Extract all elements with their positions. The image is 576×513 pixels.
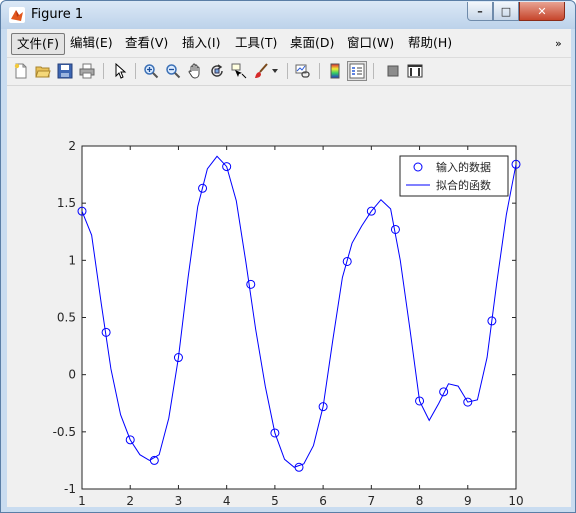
new-figure-icon[interactable] (11, 61, 31, 81)
pointer-icon[interactable] (110, 61, 130, 81)
maximize-button[interactable]: □ (493, 2, 519, 21)
title-bar[interactable]: Figure 1 – □ ✕ (1, 1, 575, 29)
figure-canvas[interactable]: 1 2 3 4 5 6 7 8 9 10 -1 -0.5 0 0.5 1 1.5 2 输入的数据拟合的函数 (7, 85, 571, 508)
menu-help[interactable]: 帮助(H) (403, 33, 457, 55)
x-tick-label: 6 (319, 494, 327, 508)
link-plot-icon[interactable] (293, 61, 313, 81)
brush-icon[interactable] (251, 61, 271, 81)
brush-dropdown-icon[interactable] (269, 61, 281, 81)
menu-file[interactable]: 文件(F) (11, 33, 65, 55)
legend-label: 输入的数据 (436, 160, 491, 174)
toolbar-separator (135, 63, 136, 79)
menu-window[interactable]: 窗口(W) (342, 33, 399, 55)
menu-edit[interactable]: 编辑(E) (65, 33, 118, 55)
print-icon[interactable] (77, 61, 97, 81)
x-tick-label: 4 (223, 494, 231, 508)
figure-window: Figure 1 – □ ✕ 文件(F) 编辑(E) 查看(V) 插入(I) 工… (0, 0, 576, 513)
y-tick-label: 2 (68, 139, 76, 153)
close-button[interactable]: ✕ (519, 2, 565, 21)
minimize-button[interactable]: – (467, 2, 493, 21)
x-tick-label: 8 (416, 494, 424, 508)
toolbar-separator (103, 63, 104, 79)
axes-box (81, 145, 517, 490)
y-tick-label: -1 (64, 482, 76, 496)
menu-insert[interactable]: 插入(I) (177, 33, 225, 55)
y-tick-label: 1 (68, 253, 76, 267)
x-tick-label: 3 (175, 494, 183, 508)
show-plot-tools-icon[interactable] (405, 61, 425, 81)
menu-desktop[interactable]: 桌面(D) (285, 33, 339, 55)
save-icon[interactable] (55, 61, 75, 81)
data-cursor-icon[interactable] (229, 61, 249, 81)
x-tick-label: 2 (126, 494, 134, 508)
figure-client-area: 文件(F) 编辑(E) 查看(V) 插入(I) 工具(T) 桌面(D) 窗口(W… (7, 29, 571, 508)
menu-view[interactable]: 查看(V) (120, 33, 173, 55)
hide-plot-tools-icon[interactable] (383, 61, 403, 81)
window-title: Figure 1 (31, 7, 84, 22)
zoom-out-icon[interactable] (163, 61, 183, 81)
menu-bar: 文件(F) 编辑(E) 查看(V) 插入(I) 工具(T) 桌面(D) 窗口(W… (7, 31, 571, 55)
legend-label: 拟合的函数 (436, 178, 491, 192)
open-file-icon[interactable] (33, 61, 53, 81)
zoom-in-icon[interactable] (141, 61, 161, 81)
figure-toolbar (7, 57, 571, 83)
plot-svg: 1 2 3 4 5 6 7 8 9 10 -1 -0.5 0 0.5 1 1.5 2 输入的数据拟合的函数 (53, 139, 524, 508)
toolbar-separator (287, 63, 288, 79)
y-tick-label: -0.5 (53, 425, 76, 439)
y-tick-label: 1.5 (57, 196, 76, 210)
x-tick-label: 5 (271, 494, 279, 508)
menu-overflow-icon[interactable]: » (555, 37, 562, 50)
pan-hand-icon[interactable] (185, 61, 205, 81)
toolbar-separator (373, 63, 374, 79)
legend-icon[interactable] (347, 61, 367, 81)
x-tick-label: 7 (368, 494, 376, 508)
x-tick-label: 10 (508, 494, 523, 508)
y-tick-label: 0.5 (57, 311, 76, 325)
y-tick-label: 0 (68, 368, 76, 382)
colorbar-icon[interactable] (325, 61, 345, 81)
matlab-logo-icon (9, 7, 25, 23)
rotate-3d-icon[interactable] (207, 61, 227, 81)
toolbar-separator (319, 63, 320, 79)
menu-tools[interactable]: 工具(T) (230, 33, 282, 55)
x-tick-label: 1 (78, 494, 86, 508)
x-tick-label: 9 (464, 494, 472, 508)
